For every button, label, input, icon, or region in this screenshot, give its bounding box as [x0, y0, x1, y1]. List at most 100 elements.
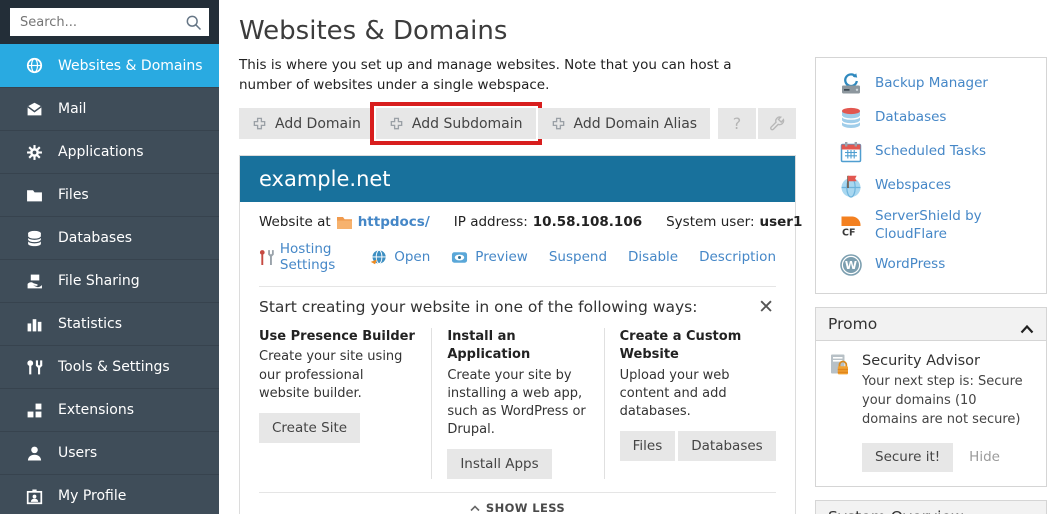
- sidebar-item-label: Files: [58, 187, 89, 203]
- servershield-link[interactable]: CF ServerShield by CloudFlare: [839, 203, 1038, 248]
- search-icon[interactable]: [185, 14, 202, 31]
- files-button[interactable]: Files: [620, 431, 676, 461]
- scheduled-tasks-link[interactable]: Scheduled Tasks: [839, 135, 1038, 169]
- domain-name: example.net: [259, 167, 391, 191]
- sidebar-item-label: Mail: [58, 101, 86, 117]
- httpdocs-link[interactable]: httpdocs/: [358, 214, 430, 230]
- chevron-up-icon[interactable]: [1020, 320, 1034, 329]
- column-text: Create your site by installing a web app…: [447, 367, 588, 440]
- system-user-value: user1: [760, 214, 803, 230]
- database-color-icon: [839, 106, 863, 130]
- secure-it-button[interactable]: Secure it!: [862, 443, 953, 472]
- sidebar-item-users[interactable]: Users: [0, 431, 219, 474]
- description-link[interactable]: Description: [699, 249, 776, 265]
- databases-button[interactable]: Databases: [678, 431, 775, 461]
- domain-card-body: Website at httpdocs/ IP address: 10.58.1…: [240, 202, 795, 514]
- show-less-label: SHOW LESS: [486, 501, 565, 514]
- hosting-settings-link[interactable]: Hosting Settings: [259, 241, 349, 273]
- sidebar-item-label: Extensions: [58, 402, 134, 418]
- disable-link[interactable]: Disable: [628, 249, 678, 265]
- getting-started-columns: Use Presence Builder Create your site us…: [259, 328, 776, 479]
- promo-actions: Secure it! Hide: [862, 443, 1034, 472]
- blocks-icon: [26, 402, 43, 419]
- sidebar-item-label: Applications: [58, 144, 144, 160]
- sidebar-item-extensions[interactable]: Extensions: [0, 388, 219, 431]
- globe-flag-icon: [839, 174, 863, 198]
- backup-manager-link[interactable]: Backup Manager: [839, 67, 1038, 101]
- sidebar-item-databases[interactable]: Databases: [0, 216, 219, 259]
- wordpress-icon: W: [839, 253, 863, 277]
- tools-icon: [26, 359, 43, 376]
- getting-started-header: Start creating your website in one of th…: [259, 298, 776, 317]
- databases-link[interactable]: Databases: [839, 101, 1038, 135]
- promo-body: Security Advisor Your next step is: Secu…: [816, 341, 1046, 486]
- domain-actions-row: Hosting Settings Open Preview Suspend Di…: [259, 230, 776, 286]
- search-box: [10, 8, 209, 36]
- plus-icon: [551, 116, 566, 131]
- sidebar-item-file-sharing[interactable]: File Sharing: [0, 259, 219, 302]
- system-overview-title: System Overview: [828, 508, 964, 514]
- sidebar-item-files[interactable]: Files: [0, 173, 219, 216]
- calendar-icon: [839, 140, 863, 164]
- svg-text:W: W: [845, 259, 857, 272]
- sidebar-item-applications[interactable]: Applications: [0, 130, 219, 173]
- ip-value: 10.58.108.106: [533, 214, 642, 230]
- presence-builder-column: Use Presence Builder Create your site us…: [259, 328, 431, 479]
- preview-link[interactable]: Preview: [451, 249, 528, 266]
- system-overview-panel: System Overview: [815, 500, 1047, 514]
- add-domain-button[interactable]: Add Domain: [239, 108, 374, 139]
- open-link[interactable]: Open: [370, 249, 430, 266]
- security-advisor-icon: [828, 353, 852, 378]
- domain-card: example.net Website at httpdocs/ IP addr…: [239, 155, 796, 514]
- column-heading: Create a Custom Website: [620, 328, 761, 364]
- folder-icon: [26, 187, 43, 204]
- sidebar-search-area: [0, 0, 219, 44]
- custom-website-column: Create a Custom Website Upload your web …: [604, 328, 776, 479]
- website-at-label: Website at: [259, 214, 331, 230]
- plus-icon: [252, 116, 267, 131]
- sidebar-item-my-profile[interactable]: My Profile: [0, 474, 219, 514]
- domain-card-header: example.net: [240, 156, 795, 202]
- create-site-button[interactable]: Create Site: [259, 413, 360, 443]
- suspend-link[interactable]: Suspend: [549, 249, 607, 265]
- wordpress-link[interactable]: W WordPress: [839, 248, 1038, 282]
- file-sharing-icon: [26, 273, 43, 290]
- add-domain-alias-button[interactable]: Add Domain Alias: [538, 108, 711, 139]
- page-title: Websites & Domains: [239, 16, 796, 46]
- sidebar-item-tools-settings[interactable]: Tools & Settings: [0, 345, 219, 388]
- globe-icon: [26, 57, 43, 74]
- sidebar: Websites & Domains Mail Applications Fil…: [0, 0, 219, 514]
- column-text: Create your site using our professional …: [259, 348, 416, 403]
- sidebar-item-label: Websites & Domains: [58, 58, 203, 74]
- install-apps-button[interactable]: Install Apps: [447, 449, 551, 479]
- sidebar-item-label: Databases: [58, 230, 132, 246]
- search-input[interactable]: [18, 14, 185, 31]
- sidebar-item-websites-domains[interactable]: Websites & Domains: [0, 44, 219, 87]
- webspaces-link[interactable]: Webspaces: [839, 169, 1038, 203]
- promo-header[interactable]: Promo: [816, 308, 1046, 341]
- column-text: Upload your web content and add database…: [620, 367, 761, 422]
- wrench-icon: [769, 115, 786, 132]
- promo-panel: Promo Security Advisor Your next step is…: [815, 307, 1047, 487]
- domain-info-row: Website at httpdocs/ IP address: 10.58.1…: [259, 202, 776, 230]
- getting-started-title: Start creating your website in one of th…: [259, 298, 697, 316]
- settings-wrench-button[interactable]: [758, 108, 796, 139]
- getting-started-section: Start creating your website in one of th…: [259, 286, 776, 479]
- security-advisor-text: Your next step is: Secure your domains (…: [862, 373, 1034, 430]
- system-user-label: System user:: [666, 214, 754, 230]
- toolbar-right: ?: [718, 108, 796, 139]
- help-button[interactable]: ?: [718, 108, 756, 139]
- main-content: Websites & Domains This is where you set…: [239, 0, 796, 514]
- close-icon[interactable]: ✕: [756, 298, 776, 317]
- sidebar-item-label: File Sharing: [58, 273, 140, 289]
- column-heading: Use Presence Builder: [259, 328, 416, 346]
- add-domain-label: Add Domain: [275, 116, 361, 132]
- sidebar-item-mail[interactable]: Mail: [0, 87, 219, 130]
- show-less-toggle[interactable]: SHOW LESS: [259, 492, 776, 514]
- security-advisor-title: Security Advisor: [862, 353, 1034, 369]
- plus-icon: [389, 116, 404, 131]
- hide-link[interactable]: Hide: [969, 449, 1000, 465]
- sidebar-item-statistics[interactable]: Statistics: [0, 302, 219, 345]
- system-overview-header[interactable]: System Overview: [816, 501, 1046, 514]
- add-subdomain-button[interactable]: Add Subdomain: [376, 108, 536, 139]
